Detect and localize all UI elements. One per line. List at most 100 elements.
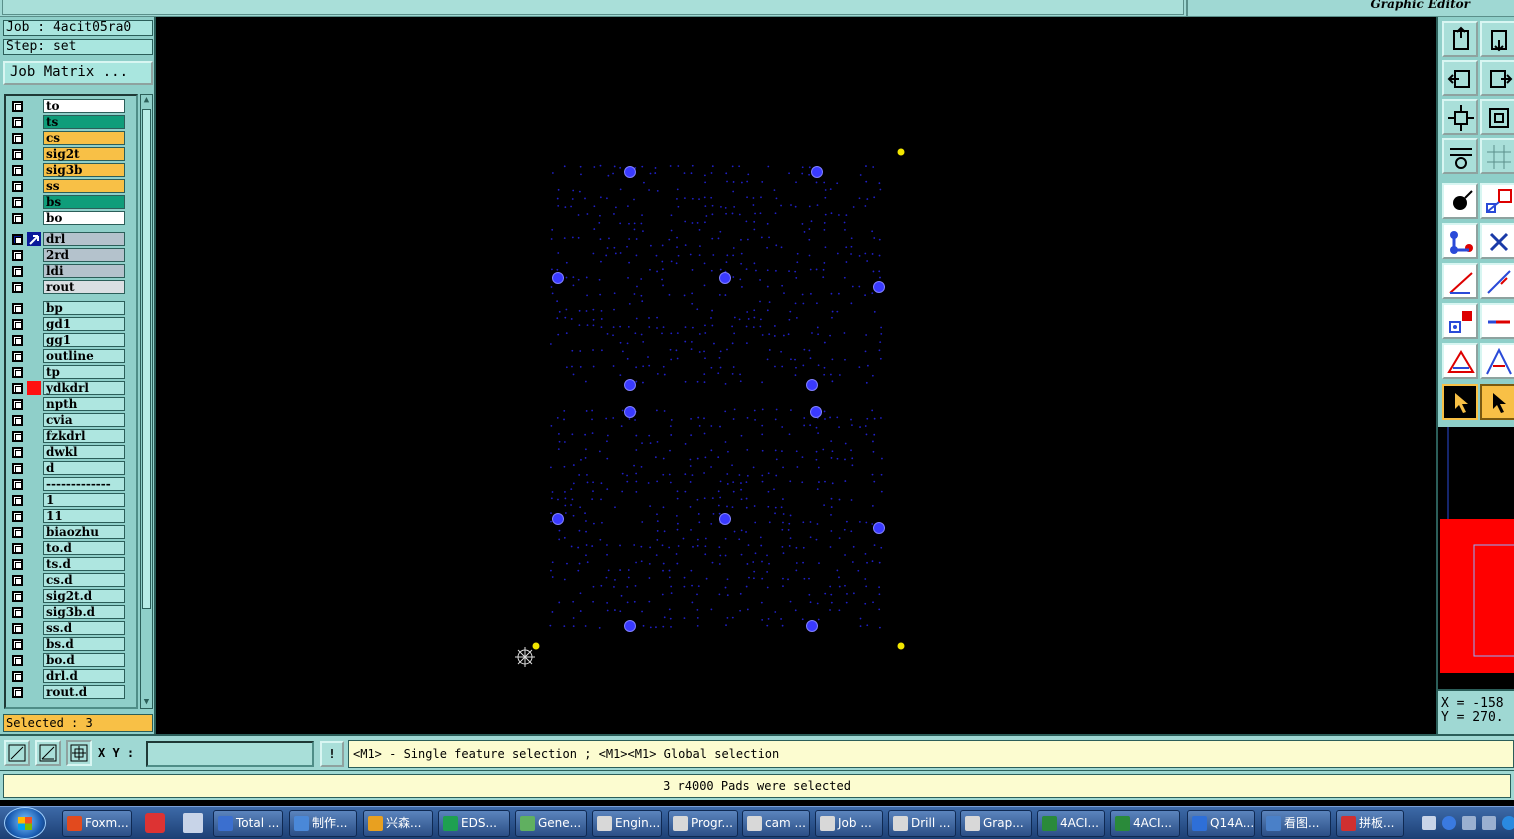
board-feature[interactable] (740, 434, 743, 437)
board-feature[interactable] (719, 425, 721, 428)
board-feature[interactable] (724, 410, 727, 413)
board-feature[interactable] (627, 277, 629, 279)
board-feature[interactable] (663, 410, 666, 412)
board-feature[interactable] (563, 536, 566, 539)
board-feature[interactable] (746, 416, 749, 419)
board-feature[interactable] (808, 349, 811, 352)
board-feature[interactable] (766, 554, 768, 557)
board-feature[interactable] (619, 188, 622, 191)
board-feature[interactable] (824, 418, 826, 420)
board-feature[interactable] (844, 480, 847, 482)
board-feature[interactable] (858, 285, 861, 288)
board-feature[interactable] (780, 350, 782, 353)
board-feature[interactable] (844, 442, 847, 445)
board-feature[interactable] (633, 198, 635, 201)
board-feature[interactable] (592, 585, 595, 588)
board-feature[interactable] (649, 268, 651, 271)
board-feature[interactable] (823, 228, 826, 231)
board-feature[interactable] (824, 189, 827, 191)
board-feature[interactable] (864, 205, 867, 207)
board-feature[interactable] (696, 308, 699, 311)
board-feature[interactable] (586, 324, 589, 327)
board-feature[interactable] (761, 381, 763, 384)
board-feature[interactable] (551, 576, 554, 578)
board-feature[interactable] (871, 505, 874, 507)
board-feature[interactable] (572, 189, 575, 192)
board-feature[interactable] (850, 449, 852, 452)
board-feature[interactable] (790, 204, 792, 206)
board-feature[interactable] (880, 417, 882, 419)
board-feature[interactable] (634, 419, 636, 421)
board-feature[interactable] (606, 457, 609, 460)
board-feature[interactable] (571, 236, 574, 239)
layer-row[interactable]: sig3b.d (7, 604, 135, 620)
board-feature[interactable] (710, 425, 713, 427)
board-feature[interactable] (724, 294, 727, 296)
layer-checkbox[interactable] (12, 181, 23, 192)
layer-row[interactable]: ldi (7, 263, 135, 279)
board-feature[interactable] (584, 512, 586, 515)
board-feature[interactable] (642, 365, 645, 368)
board-feature[interactable] (641, 214, 643, 217)
board-feature[interactable] (683, 617, 686, 620)
board-feature[interactable] (613, 308, 615, 311)
board-feature[interactable] (830, 497, 833, 500)
board-feature[interactable] (579, 165, 582, 168)
board-feature[interactable] (717, 490, 720, 493)
board-feature[interactable] (676, 490, 679, 493)
board-feature[interactable] (718, 356, 721, 359)
board-feature[interactable] (864, 252, 867, 255)
board-feature[interactable] (761, 433, 764, 436)
layer-state-icon[interactable] (27, 541, 41, 555)
line-mode-icon[interactable] (4, 740, 30, 766)
zoom-home-icon[interactable] (1442, 21, 1478, 57)
board-feature[interactable] (586, 294, 588, 297)
board-feature[interactable] (830, 601, 833, 604)
tooling-hole[interactable] (810, 406, 822, 418)
board-feature[interactable] (670, 332, 673, 335)
board-feature[interactable] (641, 165, 644, 168)
board-feature[interactable] (613, 165, 616, 168)
board-feature[interactable] (823, 504, 826, 506)
board-feature[interactable] (850, 302, 853, 305)
board-feature[interactable] (766, 285, 769, 288)
taskbar-item[interactable]: 制作... (289, 810, 357, 837)
board-feature[interactable] (635, 380, 638, 383)
board-feature[interactable] (801, 166, 804, 169)
board-feature[interactable] (558, 538, 561, 541)
board-feature[interactable] (626, 342, 629, 345)
board-feature[interactable] (654, 456, 657, 459)
board-feature[interactable] (607, 174, 610, 177)
board-feature[interactable] (705, 577, 708, 580)
board-feature[interactable] (746, 180, 749, 183)
layer-row[interactable]: bs.d (7, 636, 135, 652)
board-feature[interactable] (858, 255, 861, 257)
board-feature[interactable] (649, 546, 652, 549)
board-feature[interactable] (831, 482, 834, 485)
board-feature[interactable] (689, 465, 692, 467)
layer-state-icon[interactable] (27, 99, 41, 113)
board-feature[interactable] (766, 624, 769, 627)
board-feature[interactable] (720, 205, 722, 208)
board-feature[interactable] (761, 577, 764, 580)
board-feature[interactable] (577, 278, 580, 281)
board-feature[interactable] (864, 602, 867, 605)
board-feature[interactable] (795, 366, 797, 369)
layer-row[interactable]: bo (7, 210, 135, 226)
board-feature[interactable] (578, 474, 581, 476)
board-feature[interactable] (788, 172, 790, 175)
layer-checkbox[interactable] (12, 399, 23, 410)
board-feature[interactable] (760, 236, 763, 239)
board-feature[interactable] (613, 586, 615, 588)
layer-name[interactable]: tp (43, 365, 125, 379)
layer-state-icon[interactable] (27, 429, 41, 443)
board-feature[interactable] (731, 342, 734, 345)
board-feature[interactable] (775, 197, 778, 200)
board-feature[interactable] (844, 554, 846, 556)
board-feature[interactable] (572, 464, 575, 466)
board-feature[interactable] (580, 458, 582, 461)
board-feature[interactable] (766, 571, 769, 573)
layer-name[interactable]: bo (43, 211, 125, 225)
add-surface-icon[interactable] (1480, 183, 1514, 219)
board-feature[interactable] (808, 205, 811, 208)
